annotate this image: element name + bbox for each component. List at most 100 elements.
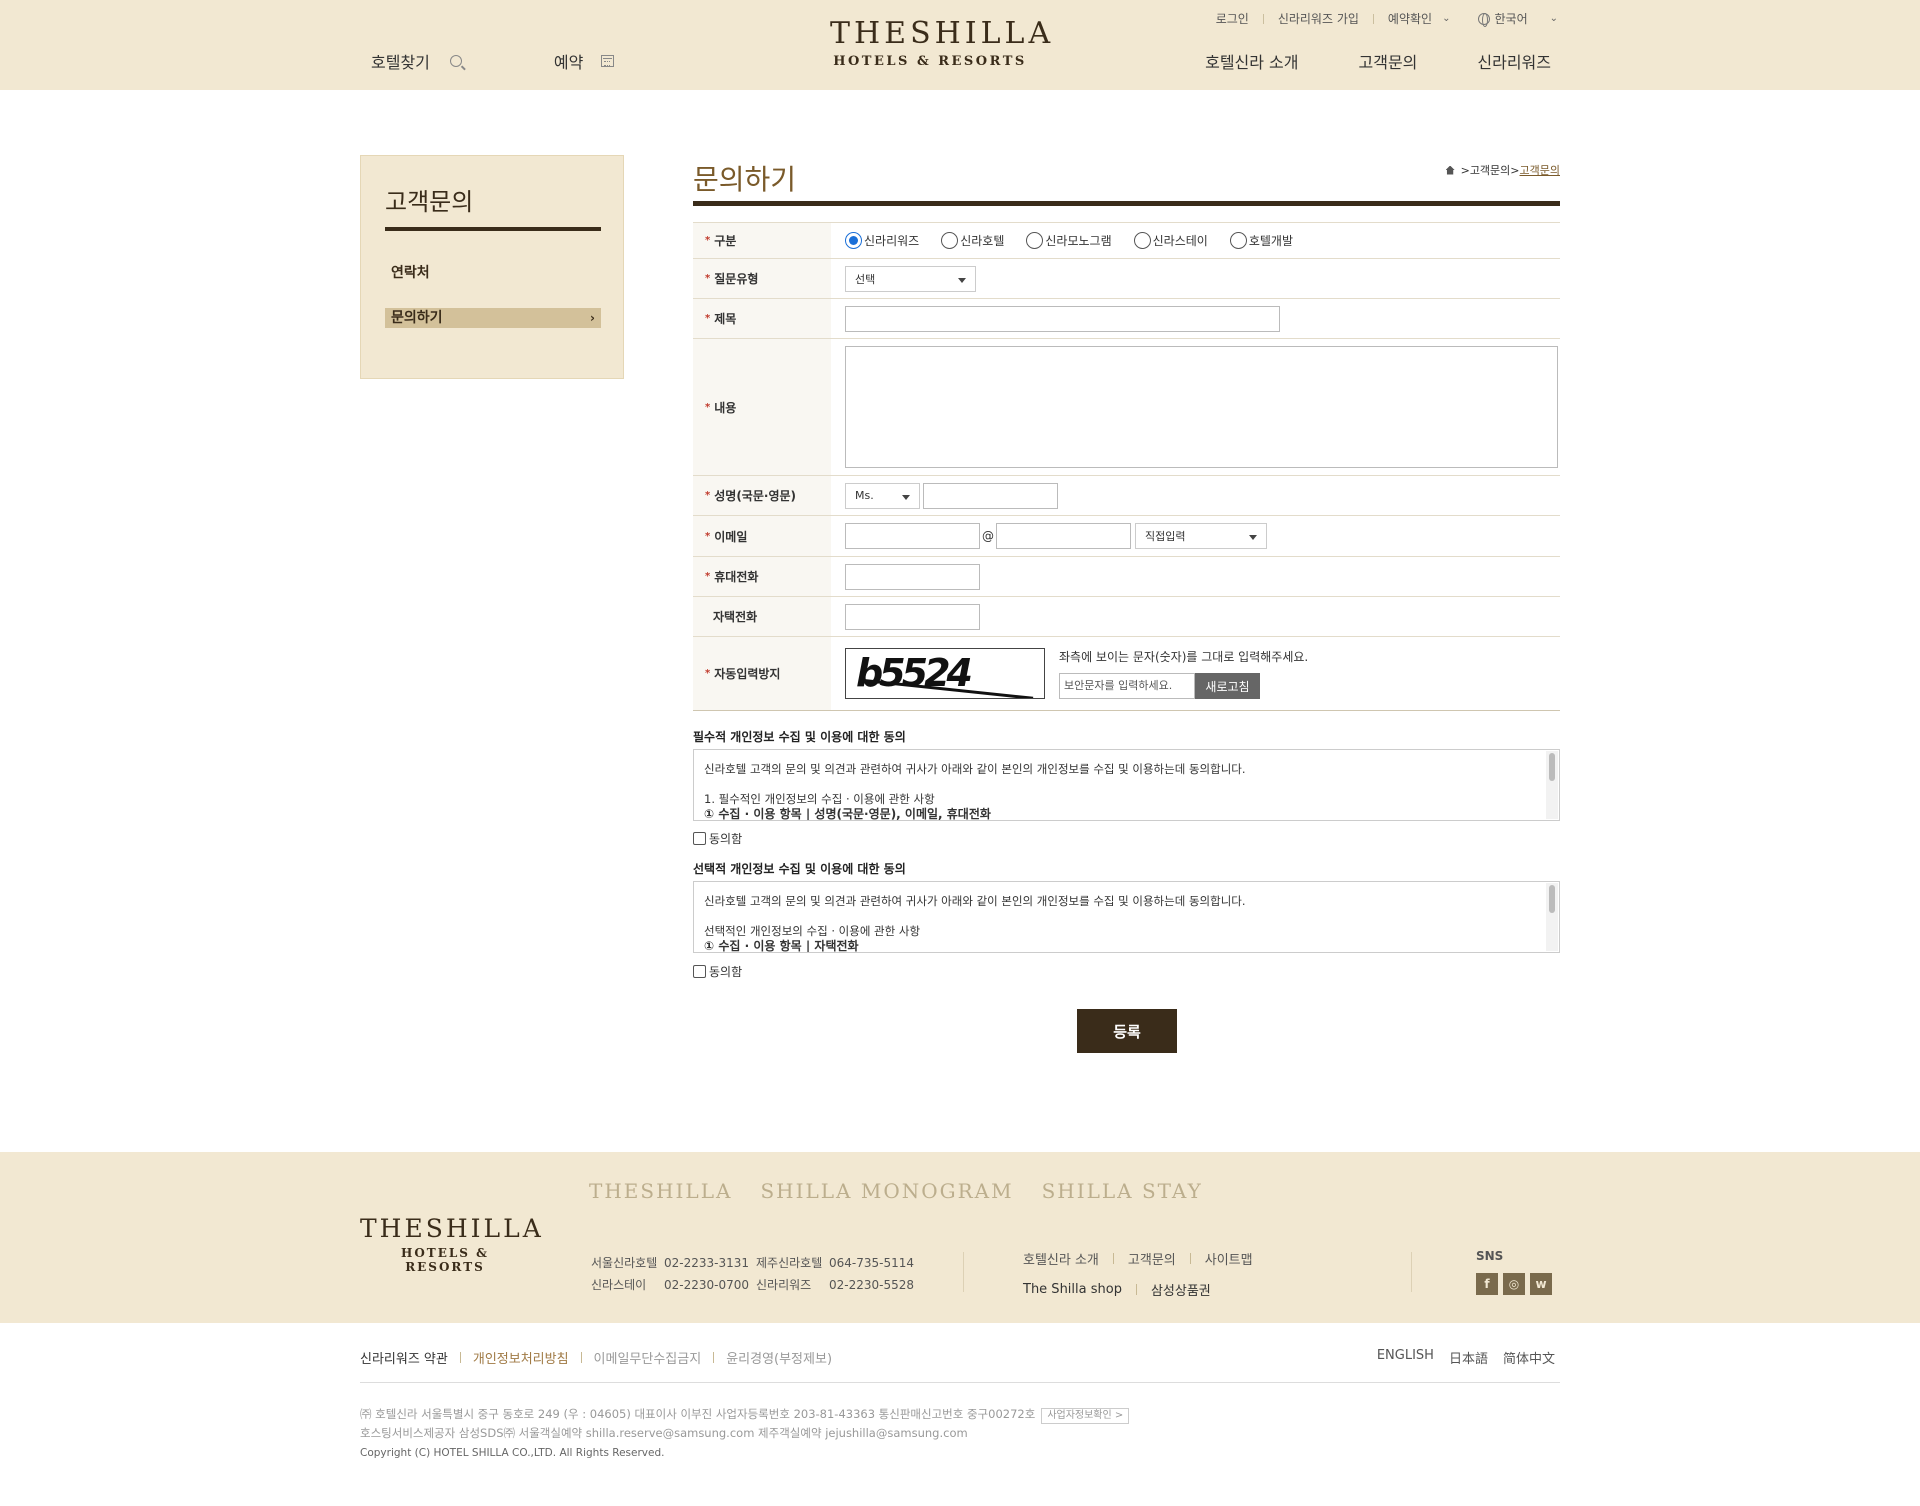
scrollbar-thumb[interactable] bbox=[1549, 753, 1555, 781]
caret-down-icon bbox=[902, 494, 910, 500]
facebook-icon[interactable]: f bbox=[1476, 1273, 1498, 1295]
divider bbox=[1372, 13, 1374, 24]
brand-logos: THESHILLA SHILLA MONOGRAM SHILLA STAY bbox=[589, 1179, 1203, 1203]
sidebar-item-inquiry[interactable]: 문의하기 › bbox=[385, 308, 601, 328]
radio-button[interactable] bbox=[1229, 232, 1247, 249]
reserve-label: 예약 bbox=[553, 53, 584, 72]
radio-development[interactable]: 호텔개발 bbox=[1229, 232, 1293, 249]
name-input[interactable] bbox=[923, 482, 1058, 509]
field-label: * 제목 bbox=[693, 299, 831, 338]
weibo-icon[interactable]: w bbox=[1530, 1273, 1552, 1295]
agree-required-box[interactable]: 신라호텔 고객의 문의 및 의견과 관련하여 귀사가 아래와 같이 본인의 개인… bbox=[693, 749, 1560, 821]
agree-optional-title: 선택적 개인정보 수집 및 이용에 대한 동의 bbox=[693, 862, 906, 876]
required-mark: * bbox=[705, 273, 711, 284]
form-row-question-type: * 질문유형 선택 bbox=[693, 259, 1560, 299]
business-info-button[interactable]: 사업자정보확인 > bbox=[1041, 1408, 1130, 1424]
chevron-down-icon[interactable]: ⌄ bbox=[1442, 13, 1450, 24]
at-sign: @ bbox=[982, 529, 994, 543]
sidebar-divider bbox=[385, 227, 601, 231]
sidebar-item-contact[interactable]: 연락처 bbox=[391, 262, 430, 282]
email-domain-select[interactable]: 직접입력 bbox=[1135, 523, 1267, 549]
category-radio-group: 신라리워즈 신라호텔 신라모노그램 신라스테이 호텔개발 bbox=[831, 223, 1560, 258]
divider bbox=[1262, 13, 1264, 24]
login-link[interactable]: 로그인 bbox=[1216, 10, 1249, 27]
body-textarea[interactable] bbox=[845, 346, 1558, 468]
divider bbox=[963, 1252, 964, 1292]
instagram-icon[interactable]: ◎ bbox=[1503, 1273, 1525, 1295]
left-nav: 호텔찾기 예약 bbox=[371, 49, 615, 73]
submit-button[interactable]: 등록 bbox=[1077, 1009, 1177, 1053]
calendar-icon bbox=[601, 55, 615, 67]
captcha-input[interactable]: 보안문자를 입력하세요. bbox=[1059, 673, 1195, 699]
language-links: ENGLISH 日本語 简体中文 bbox=[1377, 1348, 1555, 1367]
radio-rewards[interactable]: 신라리워즈 bbox=[845, 232, 919, 249]
lang-japanese[interactable]: 日本語 bbox=[1449, 1348, 1488, 1367]
site-logo[interactable]: THESHILLA HOTELS & RESORTS bbox=[830, 18, 1050, 70]
radio-monogram[interactable]: 신라모노그램 bbox=[1026, 232, 1112, 249]
footer-link[interactable]: 삼성상품권 bbox=[1151, 1280, 1211, 1299]
checkbox[interactable] bbox=[693, 965, 706, 978]
nav-about[interactable]: 호텔신라 소개 bbox=[1205, 49, 1298, 73]
checkbox[interactable] bbox=[693, 832, 706, 845]
email-domain-input[interactable] bbox=[996, 523, 1131, 549]
language-select[interactable]: 한국어 bbox=[1494, 10, 1527, 27]
chevron-down-icon[interactable]: ⌄ bbox=[1550, 13, 1558, 24]
agree-text: 선택적인 개인정보의 수집 · 이용에 관한 사항 bbox=[704, 924, 921, 938]
sidebar: 고객문의 연락처 문의하기 › bbox=[360, 155, 624, 379]
scrollbar-thumb[interactable] bbox=[1549, 885, 1555, 913]
find-hotel-button[interactable]: 호텔찾기 bbox=[371, 49, 462, 73]
brand-stay[interactable]: SHILLA STAY bbox=[1042, 1179, 1203, 1203]
footer-link[interactable]: The Shilla shop bbox=[1023, 1282, 1122, 1297]
join-link[interactable]: 신라리워즈 가입 bbox=[1278, 10, 1359, 27]
home-icon[interactable] bbox=[1445, 165, 1455, 175]
agree-optional-checkbox[interactable]: 동의함 bbox=[693, 963, 742, 980]
reserve-button[interactable]: 예약 bbox=[553, 49, 615, 73]
agree-required-checkbox[interactable]: 동의함 bbox=[693, 830, 742, 847]
brand-shilla[interactable]: THESHILLA bbox=[589, 1179, 732, 1203]
breadcrumb-item[interactable]: 고객문의 bbox=[1470, 162, 1510, 178]
policy-link[interactable]: 윤리경영(부정제보) bbox=[726, 1348, 832, 1367]
reserve-check-link[interactable]: 예약확인 bbox=[1388, 10, 1432, 27]
brand-monogram[interactable]: SHILLA MONOGRAM bbox=[760, 1179, 1013, 1203]
home-phone-input[interactable] bbox=[845, 603, 980, 630]
sns-section: SNS f ◎ w bbox=[1476, 1249, 1557, 1295]
radio-button[interactable] bbox=[941, 232, 959, 249]
radio-stay[interactable]: 신라스테이 bbox=[1133, 232, 1208, 249]
required-mark: * bbox=[705, 401, 711, 413]
main-nav: 호텔신라 소개 고객문의 신라리워즈 bbox=[1205, 49, 1551, 73]
policy-link[interactable]: 신라리워즈 약관 bbox=[360, 1348, 448, 1367]
divider bbox=[1411, 1252, 1412, 1292]
lang-english[interactable]: ENGLISH bbox=[1377, 1348, 1434, 1367]
name-title-select[interactable]: Ms. bbox=[845, 482, 920, 509]
footer-link[interactable]: 고객문의 bbox=[1128, 1249, 1176, 1268]
form-row-category: * 구분 신라리워즈 신라호텔 신라모노그램 신라스테이 호텔개발 bbox=[693, 223, 1560, 259]
agree-text: 신라호텔 고객의 문의 및 의견과 관련하여 귀사가 아래와 같이 본인의 개인… bbox=[704, 894, 1246, 908]
agree-optional-box[interactable]: 신라호텔 고객의 문의 및 의견과 관련하여 귀사가 아래와 같이 본인의 개인… bbox=[693, 881, 1560, 953]
radio-shilla-hotel[interactable]: 신라호텔 bbox=[941, 232, 1004, 249]
policy-link[interactable]: 이메일무단수집금지 bbox=[594, 1348, 702, 1367]
lang-chinese[interactable]: 简体中文 bbox=[1503, 1348, 1555, 1367]
footer-link[interactable]: 사이트맵 bbox=[1205, 1249, 1253, 1268]
nav-customer[interactable]: 고객문의 bbox=[1359, 49, 1418, 73]
field-label: * 성명(국문·영문) bbox=[693, 476, 831, 515]
radio-button[interactable] bbox=[845, 232, 862, 249]
field-label: * 이메일 bbox=[693, 516, 831, 556]
email-id-input[interactable] bbox=[845, 523, 980, 549]
radio-button[interactable] bbox=[1133, 232, 1151, 249]
required-mark: * bbox=[705, 490, 711, 501]
mobile-input[interactable] bbox=[845, 563, 980, 590]
subject-input[interactable] bbox=[845, 305, 1280, 332]
footer-link[interactable]: 호텔신라 소개 bbox=[1023, 1249, 1099, 1268]
captcha-refresh-button[interactable]: 새로고침 bbox=[1195, 673, 1260, 699]
form-row-home-phone: 자택전화 bbox=[693, 597, 1560, 637]
radio-button[interactable] bbox=[1026, 232, 1044, 249]
phone-row: 신라스테이 02-2230-0700 신라리워즈 02-2230-5528 bbox=[591, 1278, 915, 1292]
nav-rewards[interactable]: 신라리워즈 bbox=[1477, 49, 1551, 73]
breadcrumb-current[interactable]: 고객문의 bbox=[1520, 162, 1560, 178]
site-header: 로그인 신라리워즈 가입 예약확인 ⌄ 한국어 ⌄ 호텔찾기 예약 THESHI… bbox=[0, 0, 1920, 90]
form-row-name: * 성명(국문·영문) Ms. bbox=[693, 476, 1560, 516]
policy-link[interactable]: 개인정보처리방침 bbox=[473, 1348, 569, 1367]
footer-logo: THESHILLA HOTELS & RESORTS bbox=[360, 1214, 544, 1275]
question-type-select[interactable]: 선택 bbox=[845, 265, 976, 292]
agree-required-title: 필수적 개인정보 수집 및 이용에 대한 동의 bbox=[693, 730, 906, 744]
